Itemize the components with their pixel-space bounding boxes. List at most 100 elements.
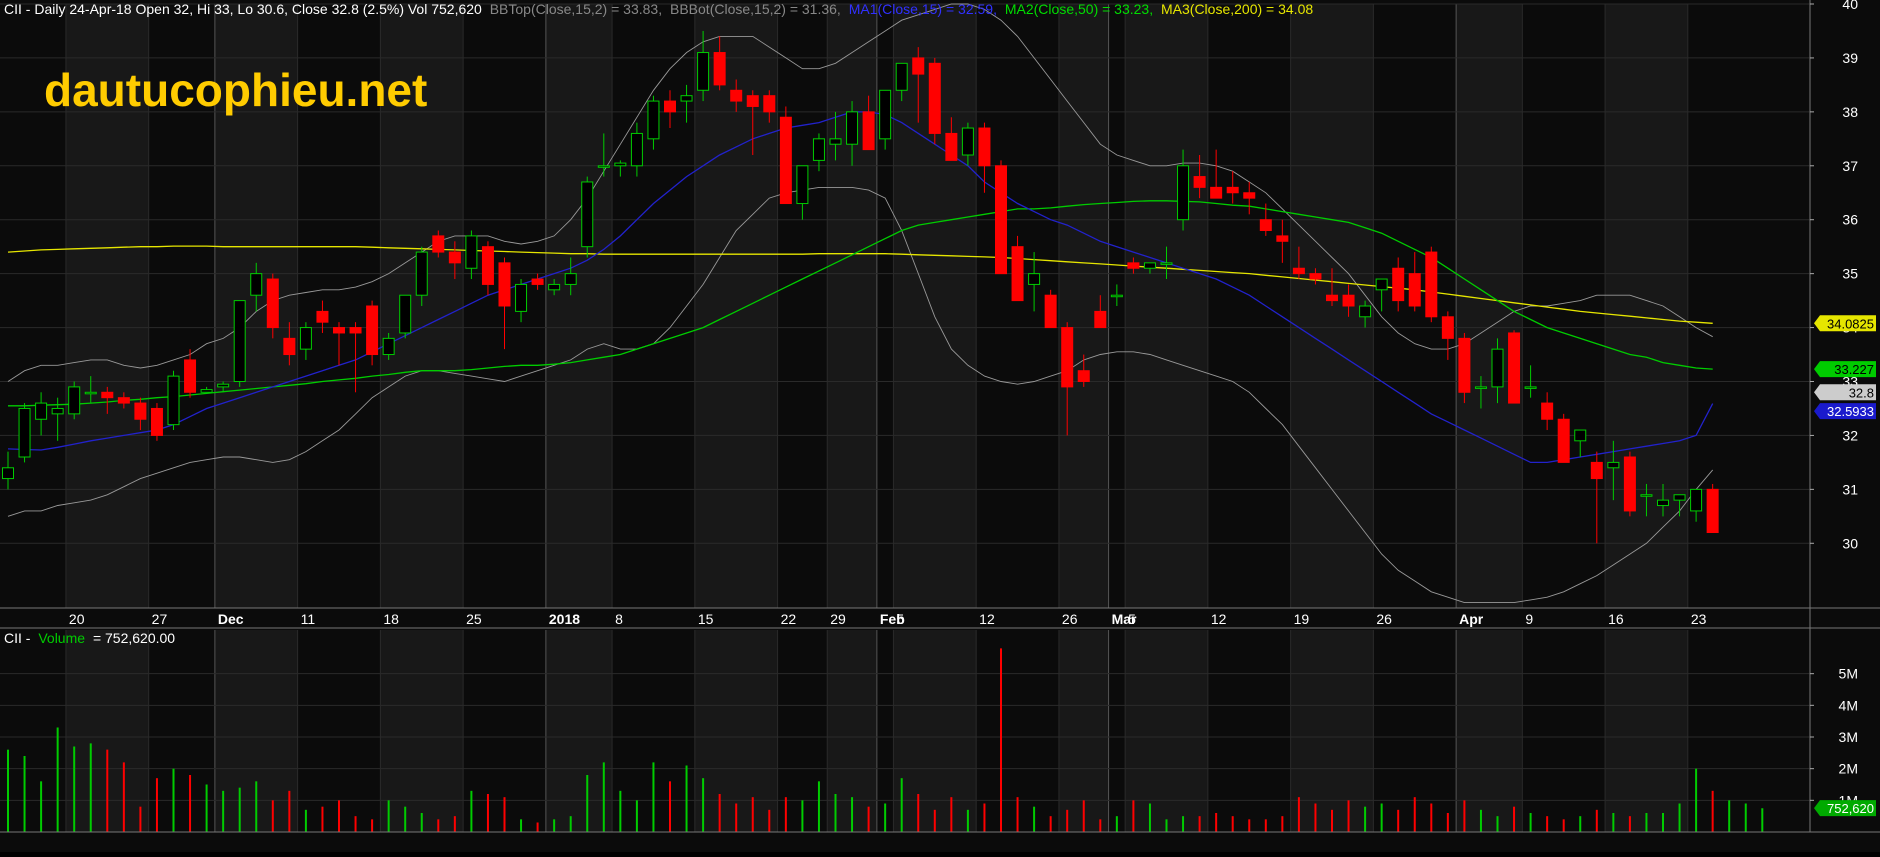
ma2-tag-text: 33.227 <box>1834 362 1874 377</box>
candle-body <box>399 294 412 334</box>
candle-body <box>895 62 908 91</box>
ma1-tag: 32.5933 <box>1814 403 1876 420</box>
candle-body <box>1259 219 1272 231</box>
x-tick-label: 2018 <box>549 611 580 627</box>
candle-body <box>1309 273 1322 280</box>
candle-body <box>1342 294 1355 307</box>
candle-body <box>630 132 643 167</box>
candle-body <box>1110 294 1123 298</box>
y-tick-label: 30 <box>1842 535 1858 551</box>
candle-body <box>1226 186 1239 194</box>
candle-body <box>217 383 230 388</box>
candle-body <box>1276 235 1289 242</box>
candle-body <box>1061 327 1074 388</box>
week-band <box>1125 630 1208 832</box>
candle-body <box>1210 186 1223 199</box>
candle-body <box>1474 386 1487 389</box>
week-band <box>1605 4 1688 608</box>
candle-body <box>548 283 561 291</box>
week-band <box>380 630 464 832</box>
candle-body <box>812 138 825 161</box>
candle-body <box>150 407 163 436</box>
week-band <box>1456 630 1523 832</box>
candle-body <box>912 57 925 75</box>
x-tick-label: 20 <box>69 611 85 627</box>
candle-body <box>961 127 974 156</box>
candle-body <box>2 467 14 480</box>
candle-body <box>1508 332 1521 404</box>
x-tick-label: 9 <box>1525 611 1533 627</box>
x-tick-label: 26 <box>1062 611 1078 627</box>
y-tick-label: 32 <box>1842 427 1858 443</box>
x-tick-label: 26 <box>1376 611 1392 627</box>
candle-body <box>1408 273 1421 307</box>
candle-body <box>1011 246 1024 302</box>
candle-body <box>1673 494 1686 501</box>
week-band <box>893 630 977 832</box>
candle-body <box>84 391 97 395</box>
candle-body <box>862 111 875 151</box>
candle-body <box>415 251 428 296</box>
ma3-label: MA3(Close,200) = 34.08 <box>1161 1 1313 17</box>
volume-tag: 752,620 <box>1814 800 1876 817</box>
candle-body <box>1243 192 1256 199</box>
x-tick-label: 11 <box>301 611 316 627</box>
candle-body <box>167 375 180 426</box>
x-tick-label: 12 <box>1211 611 1227 627</box>
candle-body <box>349 327 362 334</box>
week-band <box>545 4 613 608</box>
chart-canvas: 20 27 Dec 11 18 25 2018 8 15 22 29 Feb5 12 26 Mar5 12 19… <box>0 0 1880 852</box>
candle-body <box>1425 251 1438 318</box>
y-tick-label: 40 <box>1842 0 1858 12</box>
candle-body <box>928 62 941 134</box>
week-band <box>1456 4 1523 608</box>
candle-body <box>978 127 991 167</box>
candle-body <box>1160 262 1173 265</box>
candle-body <box>664 100 676 113</box>
candle-body <box>366 305 379 356</box>
candle-body <box>1574 429 1587 442</box>
volume-tick-label: 4M <box>1839 697 1858 713</box>
ma1-tag-text: 32.5933 <box>1827 404 1874 419</box>
x-tick-label: Dec <box>218 611 244 627</box>
candle-body <box>432 235 445 253</box>
week-band <box>1605 630 1688 832</box>
y-tick-label: 35 <box>1842 266 1858 282</box>
candle-body <box>1359 305 1372 318</box>
candle-body <box>531 278 544 285</box>
candle-body <box>1458 337 1471 393</box>
candle-body <box>101 391 114 399</box>
candle-body <box>250 273 263 296</box>
x-tick-label: 25 <box>466 611 482 627</box>
chart-header: CII - Daily 24-Apr-18 Open 32, Hi 33, Lo… <box>4 1 1313 17</box>
x-tick-label: 18 <box>383 611 399 627</box>
candle-body <box>697 52 710 91</box>
x-tick-label: 15 <box>698 611 714 627</box>
candle-body <box>1690 488 1703 512</box>
candle-body <box>1193 176 1206 188</box>
bbtop-label: BBTop(Close,15,2) = 33.83, <box>490 1 662 17</box>
volume-ticker: CII - <box>4 630 31 646</box>
candle-body <box>1127 262 1140 269</box>
volume-tick-label: 2M <box>1839 761 1858 777</box>
x-tick-label: 27 <box>152 611 168 627</box>
candle-body <box>299 327 312 350</box>
candle-body <box>1044 294 1057 329</box>
chart-window: 20 27 Dec 11 18 25 2018 8 15 22 29 Feb 5 12 26 Mar 5 12 19… <box>0 0 1880 852</box>
candle-body <box>713 52 726 86</box>
candle-body <box>1177 165 1190 221</box>
volume-value: = 752,620.00 <box>93 630 175 646</box>
candle-body <box>1623 456 1636 512</box>
candle-body <box>614 162 627 167</box>
candle-body <box>1607 461 1620 469</box>
candle-body <box>498 262 511 307</box>
candle-body <box>597 165 610 168</box>
candle-body <box>333 327 345 334</box>
ma2-label: MA2(Close,50) = 33.23, <box>1005 1 1153 17</box>
candle-body <box>846 111 859 145</box>
candle-body <box>200 389 213 393</box>
candle-body <box>1375 278 1388 291</box>
ma1-label: MA1(Close,15) = 32.59, <box>849 1 997 17</box>
x-tick-label: 16 <box>1608 611 1624 627</box>
candle-body <box>1524 386 1537 389</box>
